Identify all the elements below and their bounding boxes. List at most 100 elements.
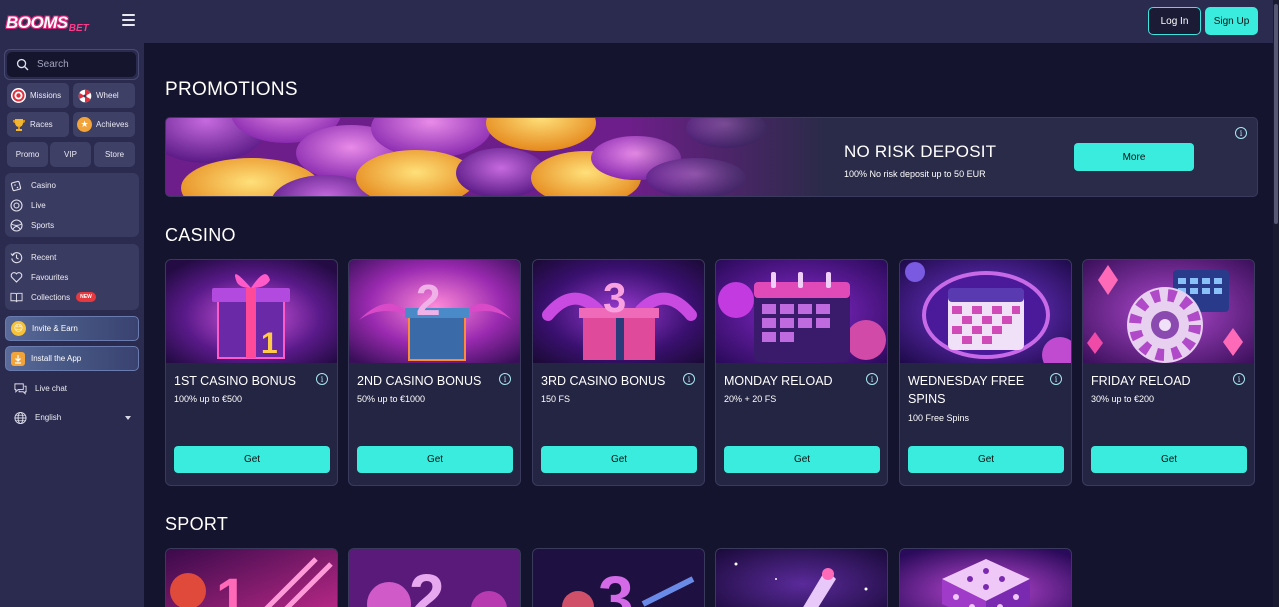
new-badge: NEW: [76, 292, 96, 302]
live-icon: [10, 198, 23, 212]
races-button[interactable]: Races: [7, 112, 69, 137]
search-input[interactable]: [37, 59, 127, 70]
info-icon[interactable]: i: [1233, 373, 1245, 385]
tab-promo[interactable]: Promo: [7, 142, 48, 167]
promotions-title: PROMOTIONS: [165, 79, 298, 100]
card-title: WEDNESDAY FREE SPINS: [908, 374, 1025, 406]
casino-card-4: MONDAY RELOAD 20% + 20 FS i Get: [715, 259, 888, 486]
sidebar-item-favourites[interactable]: Favourites: [5, 267, 139, 287]
sport-card-1: 1: [165, 548, 338, 607]
sport-card-2: 2: [348, 548, 521, 607]
info-icon[interactable]: i: [316, 373, 328, 385]
tab-vip[interactable]: VIP: [50, 142, 91, 167]
card-image: 1: [166, 260, 337, 363]
get-button[interactable]: Get: [908, 446, 1064, 473]
card-image: [900, 260, 1071, 363]
card-description: 20% + 20 FS: [724, 394, 777, 404]
top-bar: [144, 0, 1273, 43]
achieves-label: Achieves: [96, 120, 129, 129]
sport-card-4: [715, 548, 888, 607]
achieves-button[interactable]: ★ Achieves: [73, 112, 135, 137]
promo-banner: NO RISK DEPOSIT 100% No risk deposit up …: [165, 117, 1258, 197]
heart-icon: [10, 271, 23, 284]
search-field[interactable]: [7, 52, 136, 77]
sidebar-item-live[interactable]: Live: [5, 195, 139, 215]
info-icon[interactable]: i: [866, 373, 878, 385]
card-description: 100% up to €500: [174, 394, 243, 404]
get-button[interactable]: Get: [541, 446, 697, 473]
svg-text:3: 3: [598, 563, 634, 607]
get-button[interactable]: Get: [724, 446, 880, 473]
card-title: MONDAY RELOAD: [724, 374, 833, 388]
scrollbar[interactable]: [1273, 0, 1279, 607]
banner-image: [166, 118, 826, 196]
missions-button[interactable]: Missions: [7, 83, 69, 108]
sports-icon: [10, 218, 23, 232]
casino-card-6: FRIDAY RELOAD 30% up to €200 i Get: [1082, 259, 1255, 486]
chat-icon: [14, 382, 27, 395]
get-button[interactable]: Get: [1091, 446, 1247, 473]
live-chat-label: Live chat: [35, 384, 68, 393]
casino-icon: [10, 179, 23, 192]
login-button[interactable]: Log In: [1148, 7, 1201, 35]
svg-text:1: 1: [261, 327, 278, 360]
invite-earn-button[interactable]: 😊 Invite & Earn: [5, 316, 139, 341]
scrollbar-thumb[interactable]: [1274, 4, 1278, 224]
install-app-button[interactable]: Install the App: [5, 346, 139, 371]
logo-text: BOOMS: [6, 13, 68, 32]
logo[interactable]: BOOMS BET: [6, 10, 89, 36]
get-button[interactable]: Get: [174, 446, 330, 473]
wheel-button[interactable]: Wheel: [73, 83, 135, 108]
language-selector[interactable]: English: [14, 411, 61, 424]
sidebar-item-label: Sports: [31, 220, 55, 230]
sidebar-item-recent[interactable]: Recent: [5, 247, 139, 267]
info-icon[interactable]: i: [1235, 127, 1247, 139]
banner-title: NO RISK DEPOSIT: [844, 142, 997, 161]
tab-vip-label: VIP: [64, 150, 77, 159]
card-image: [716, 260, 887, 363]
casino-title: CASINO: [165, 225, 236, 245]
card-image: 3: [533, 260, 704, 363]
search-box: [4, 49, 139, 80]
sidebar-item-label: Live: [31, 200, 46, 210]
card-image: 2: [349, 549, 520, 607]
svg-text:3: 3: [603, 274, 626, 321]
sidebar-item-label: Casino: [31, 180, 56, 190]
info-icon[interactable]: i: [499, 373, 511, 385]
sidebar-item-collections[interactable]: Collections NEW: [5, 287, 139, 307]
card-image: [1083, 260, 1254, 363]
main-nav: Casino Live Sports: [5, 173, 139, 237]
svg-text:1: 1: [216, 566, 247, 607]
casino-card-2: 2 2ND CASINO BONUS 50% up to €1000 i Get: [348, 259, 521, 486]
invite-earn-label: Invite & Earn: [32, 324, 78, 333]
casino-card-1: 1 1ST CASINO BONUS 100% up to €500 i Get: [165, 259, 338, 486]
logo-subtext: BET: [68, 22, 89, 34]
tab-store-label: Store: [104, 150, 125, 159]
card-title: 2ND CASINO BONUS: [357, 374, 482, 388]
card-image: 2: [349, 260, 520, 363]
card-image: 3: [533, 549, 704, 607]
sidebar-item-casino[interactable]: Casino: [5, 175, 139, 195]
card-title: FRIDAY RELOAD: [1091, 374, 1191, 388]
card-title: 3RD CASINO BONUS: [541, 374, 666, 388]
sport-title: SPORT: [165, 514, 229, 534]
sidebar-item-label: Recent: [31, 252, 57, 262]
menu-icon[interactable]: [122, 14, 135, 26]
card-description: 150 FS: [541, 394, 571, 404]
card-image: 1: [166, 549, 337, 607]
signup-button[interactable]: Sign Up: [1205, 7, 1258, 35]
more-button[interactable]: More: [1074, 143, 1194, 171]
chevron-down-icon[interactable]: [125, 416, 131, 420]
info-icon[interactable]: i: [683, 373, 695, 385]
smile-icon: 😊: [11, 321, 26, 336]
medal-icon: ★: [77, 117, 92, 132]
sidebar: BOOMS BET Missions Wheel Races ★ Achieve…: [0, 0, 144, 607]
book-icon: [10, 291, 23, 304]
sidebar-item-label: Collections: [31, 292, 71, 302]
sidebar-item-sports[interactable]: Sports: [5, 215, 139, 235]
get-button[interactable]: Get: [357, 446, 513, 473]
main-content: PROMOTIONS NO RISK DEPOSIT 100% No risk …: [144, 43, 1273, 607]
tab-store[interactable]: Store: [94, 142, 135, 167]
live-chat-link[interactable]: Live chat: [14, 382, 67, 395]
info-icon[interactable]: i: [1050, 373, 1062, 385]
